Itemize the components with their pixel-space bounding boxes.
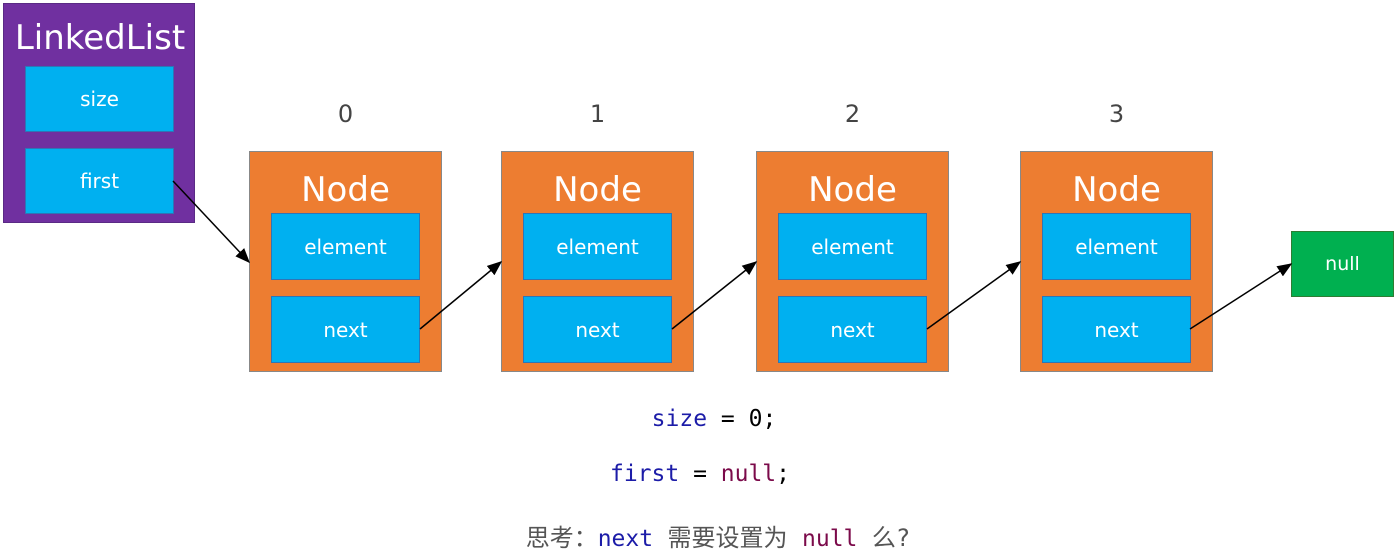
question-mid: 需要设置为 xyxy=(653,524,802,552)
question-suffix: 么? xyxy=(857,524,911,552)
code-line-first: first = null; xyxy=(0,461,1400,487)
arrow-first-to-node0 xyxy=(172,180,251,264)
question-prefix: 思考： xyxy=(525,524,598,552)
code-op: = xyxy=(679,461,721,487)
code-var: first xyxy=(609,461,680,487)
arrow-node3-to-null xyxy=(1189,263,1293,330)
code-op: = 0; xyxy=(707,406,777,432)
question-null: null xyxy=(802,526,858,552)
code-var: size xyxy=(651,406,708,432)
arrow-node2-to-node3 xyxy=(926,261,1022,330)
question-next: next xyxy=(597,526,654,552)
arrow-node0-to-node1 xyxy=(419,261,503,330)
arrow-node1-to-node2 xyxy=(671,261,758,330)
code-null: null xyxy=(720,461,777,487)
code-end: ; xyxy=(776,461,791,487)
question-line: 思考：next 需要设置为 null 么? xyxy=(18,518,1400,553)
code-line-size: size = 0; xyxy=(14,406,1400,432)
